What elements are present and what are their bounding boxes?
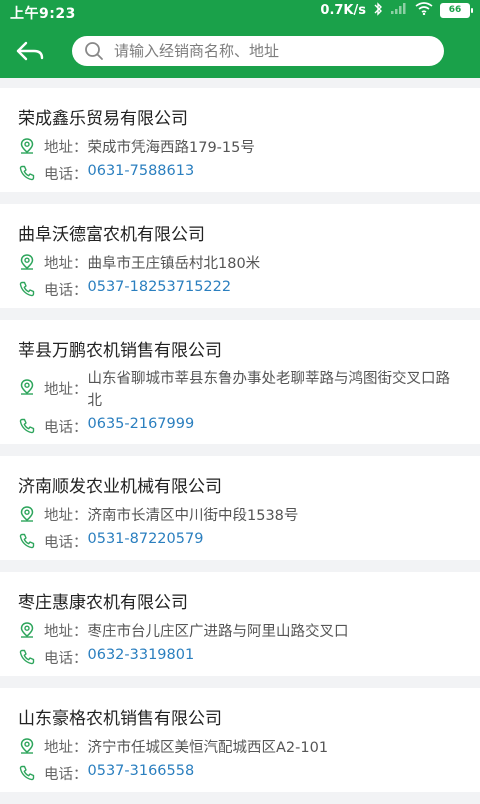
phone-number[interactable]: 0631-7588613 bbox=[88, 163, 195, 179]
dealer-name: 山东豪格农机销售有限公司 bbox=[18, 709, 222, 729]
phone-label: 电话： bbox=[44, 420, 88, 436]
phone-number[interactable]: 0537-18253715222 bbox=[88, 279, 232, 295]
signal-icon bbox=[390, 2, 408, 19]
location-icon bbox=[20, 379, 34, 395]
location-icon bbox=[20, 738, 34, 754]
phone-number[interactable]: 0531-87220579 bbox=[88, 531, 204, 547]
phone-row[interactable]: 电话： 0537-3166558 bbox=[18, 763, 194, 784]
address-value: 曲阜市王庄镇岳村北180米 bbox=[87, 256, 261, 272]
dealer-name: 曲阜沃德富农机有限公司 bbox=[18, 225, 205, 245]
phone-icon bbox=[19, 418, 35, 434]
phone-label: 电话： bbox=[44, 651, 88, 667]
location-icon bbox=[20, 506, 34, 522]
address-label: 地址： bbox=[44, 140, 88, 156]
address-row: 地址： 济宁市任城区美恒汽配城西区A2-101 bbox=[18, 736, 328, 757]
status-right: 0.7K/s 66 bbox=[320, 2, 473, 19]
address-row: 地址： 济南市长清区中川街中段1538号 bbox=[18, 504, 298, 525]
location-icon bbox=[20, 622, 34, 638]
phone-number[interactable]: 0632-3319801 bbox=[88, 647, 195, 663]
address-row: 地址： 山东省聊城市莘县东鲁办事处老聊莘路与鸿图街交叉口路北 bbox=[18, 368, 458, 412]
dealer-card[interactable]: 山东豪格农机销售有限公司 地址： 济宁市任城区美恒汽配城西区A2-101 电话：… bbox=[0, 688, 480, 792]
dealer-card[interactable]: 枣庄惠康农机有限公司 地址： 枣庄市台儿庄区广进路与阿里山路交叉口 电话： 06… bbox=[0, 572, 480, 676]
address-value: 山东省聊城市莘县东鲁办事处老聊莘路与鸿图街交叉口路北 bbox=[87, 371, 451, 409]
address-value: 荣成市凭海西路179-15号 bbox=[87, 140, 255, 156]
phone-icon bbox=[19, 281, 35, 297]
search-box[interactable] bbox=[72, 36, 444, 66]
dealer-name: 荣成鑫乐贸易有限公司 bbox=[18, 109, 188, 129]
status-time: 上午9:23 bbox=[10, 6, 76, 22]
address-row: 地址： 荣成市凭海西路179-15号 bbox=[18, 136, 255, 157]
top-bar bbox=[0, 24, 480, 78]
address-label: 地址： bbox=[44, 624, 88, 640]
phone-label: 电话： bbox=[44, 283, 88, 299]
location-icon bbox=[20, 254, 34, 270]
phone-label: 电话： bbox=[44, 535, 88, 551]
dealer-card[interactable]: 曲阜沃德富农机有限公司 地址： 曲阜市王庄镇岳村北180米 电话： 0537-1… bbox=[0, 204, 480, 308]
search-icon bbox=[85, 42, 103, 60]
address-label: 地址： bbox=[44, 508, 88, 524]
phone-icon bbox=[19, 533, 35, 549]
phone-label: 电话： bbox=[44, 767, 88, 783]
search-input[interactable] bbox=[112, 41, 426, 61]
bluetooth-icon bbox=[373, 2, 383, 19]
dealer-name: 枣庄惠康农机有限公司 bbox=[18, 593, 188, 613]
address-row: 地址： 曲阜市王庄镇岳村北180米 bbox=[18, 252, 260, 273]
phone-row[interactable]: 电话： 0635-2167999 bbox=[18, 416, 194, 437]
network-speed: 0.7K/s bbox=[320, 3, 366, 18]
phone-icon bbox=[19, 165, 35, 181]
dealer-card[interactable]: 荣成鑫乐贸易有限公司 地址： 荣成市凭海西路179-15号 电话： 0631-7… bbox=[0, 88, 480, 192]
address-value: 济南市长清区中川街中段1538号 bbox=[87, 508, 299, 524]
phone-icon bbox=[19, 765, 35, 781]
dealer-card[interactable]: 莘县万鹏农机销售有限公司 地址： 山东省聊城市莘县东鲁办事处老聊莘路与鸿图街交叉… bbox=[0, 320, 480, 444]
battery-icon: 66 bbox=[440, 3, 473, 18]
status-bar: 上午9:23 0.7K/s 66 bbox=[0, 0, 480, 24]
phone-icon bbox=[19, 649, 35, 665]
location-icon bbox=[20, 138, 34, 154]
back-arrow-icon bbox=[16, 41, 44, 61]
phone-label: 电话： bbox=[44, 167, 88, 183]
address-value: 枣庄市台儿庄区广进路与阿里山路交叉口 bbox=[87, 624, 349, 640]
phone-number[interactable]: 0537-3166558 bbox=[88, 763, 195, 779]
address-label: 地址： bbox=[44, 256, 88, 272]
dealer-name: 济南顺发农业机械有限公司 bbox=[18, 477, 222, 497]
phone-row[interactable]: 电话： 0631-7588613 bbox=[18, 163, 194, 184]
phone-row[interactable]: 电话： 0632-3319801 bbox=[18, 647, 194, 668]
address-row: 地址： 枣庄市台儿庄区广进路与阿里山路交叉口 bbox=[18, 620, 349, 641]
dealer-list: 荣成鑫乐贸易有限公司 地址： 荣成市凭海西路179-15号 电话： 0631-7… bbox=[0, 88, 480, 804]
phone-number[interactable]: 0635-2167999 bbox=[88, 416, 195, 432]
address-value: 济宁市任城区美恒汽配城西区A2-101 bbox=[87, 740, 329, 756]
dealer-card[interactable]: 济南顺发农业机械有限公司 地址： 济南市长清区中川街中段1538号 电话： 05… bbox=[0, 456, 480, 560]
address-label: 地址： bbox=[44, 382, 88, 398]
dealer-name: 莘县万鹏农机销售有限公司 bbox=[18, 341, 222, 361]
wifi-icon bbox=[415, 2, 433, 19]
phone-row[interactable]: 电话： 0531-87220579 bbox=[18, 531, 203, 552]
back-button[interactable] bbox=[14, 36, 46, 66]
address-label: 地址： bbox=[44, 740, 88, 756]
phone-row[interactable]: 电话： 0537-18253715222 bbox=[18, 279, 231, 300]
